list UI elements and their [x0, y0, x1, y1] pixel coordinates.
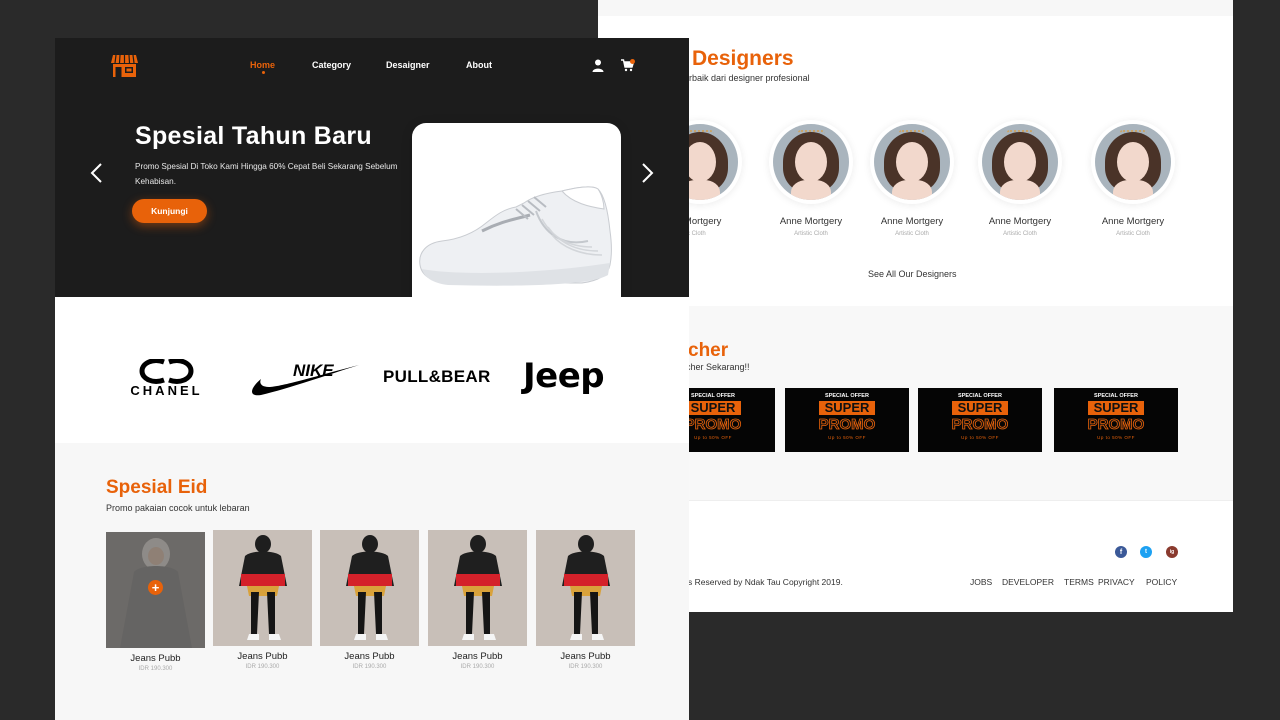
footer-divider: [598, 500, 1233, 501]
product-image: [213, 530, 312, 646]
designer-avatar: [978, 120, 1062, 204]
designer-name: Anne Mortgery: [988, 216, 1052, 227]
product-name: Jeans Pubb: [130, 653, 181, 664]
designer-role: Artistic Cloth: [895, 231, 929, 237]
product-name: Jeans Pubb: [452, 651, 503, 662]
voucher-title: cher: [688, 340, 729, 361]
footer-link-developer[interactable]: DEVELOPER: [1002, 577, 1054, 587]
designer-card[interactable]: Anne Mortgery Artistic Cloth: [852, 120, 972, 237]
carousel-next-arrow-icon[interactable]: [639, 162, 655, 184]
designer-role: Artistic Cloth: [1116, 231, 1150, 237]
jeep-logo[interactable]: Jeep: [523, 356, 605, 396]
voucher-super-label: SUPER: [1087, 401, 1145, 415]
store-logo-icon[interactable]: [111, 52, 138, 78]
product-card[interactable]: Jeans Pubb IDR 190.300: [213, 530, 312, 670]
brand-strip: CHANEL NIKE PULL&BEAR Jeep: [55, 297, 689, 443]
hero-description: Promo Spesial Di Toko Kami Hingga 60% Ce…: [135, 162, 398, 186]
see-all-designers-link[interactable]: See All Our Designers: [868, 269, 957, 279]
nav-about[interactable]: About: [466, 60, 492, 70]
product-image: [320, 530, 419, 646]
footer-link-policy[interactable]: POLICY: [1146, 577, 1177, 587]
footer-link-privacy[interactable]: PRIVACY: [1098, 577, 1135, 587]
eid-subtitle: Promo pakaian cocok untuk lebaran: [106, 503, 250, 513]
facebook-icon[interactable]: f: [1115, 546, 1127, 558]
pullandbear-logo[interactable]: PULL&BEAR: [383, 367, 491, 387]
cart-badge: [630, 59, 635, 64]
nav-home[interactable]: Home: [250, 60, 275, 70]
product-image: +: [106, 532, 205, 648]
designers-title: Designers: [692, 47, 794, 70]
voucher-discount: Up to 50% OFF: [961, 435, 999, 440]
designer-name: Anne Mortgery: [1101, 216, 1165, 227]
voucher-offer-label: SPECIAL OFFER: [825, 393, 869, 399]
voucher-offer-label: SPECIAL OFFER: [958, 393, 1002, 399]
product-price: IDR 190.300: [460, 664, 495, 670]
visit-button[interactable]: Kunjungi: [132, 199, 207, 223]
user-icon[interactable]: [592, 59, 604, 72]
product-price: IDR 190.300: [568, 664, 603, 670]
designer-card[interactable]: Anne Mortgery Artistic Cloth: [960, 120, 1080, 237]
hero-title: Spesial Tahun Baru: [135, 122, 372, 150]
voucher-promo-label: PROMO: [951, 416, 1009, 433]
nav-active-indicator: [262, 71, 265, 74]
designer-avatar: [1091, 120, 1175, 204]
eid-section: Spesial Eid Promo pakaian cocok untuk le…: [55, 443, 689, 720]
designer-name: Anne Mortgery: [880, 216, 944, 227]
back-page-panel: Designers erbaik dari designer profesion…: [598, 0, 1233, 612]
product-name: Jeans Pubb: [237, 651, 288, 662]
designer-card[interactable]: Anne Mortgery Artistic Cloth: [1073, 120, 1193, 237]
voucher-card[interactable]: SPECIAL OFFER SUPER PROMO Up to 50% OFF: [918, 388, 1042, 452]
voucher-card[interactable]: SPECIAL OFFER SUPER PROMO Up to 50% OFF: [1054, 388, 1178, 452]
product-image: [536, 530, 635, 646]
designer-avatar: [870, 120, 954, 204]
designer-avatar: [769, 120, 853, 204]
product-name: Jeans Pubb: [560, 651, 611, 662]
nike-logo[interactable]: NIKE: [247, 359, 361, 397]
footer-copyright: s Reserved by Ndak Tau Copyright 2019.: [688, 577, 843, 587]
product-name: Jeans Pubb: [344, 651, 395, 662]
add-to-cart-plus-icon[interactable]: +: [148, 580, 163, 595]
designers-subtitle: erbaik dari designer profesional: [684, 73, 810, 83]
voucher-super-label: SUPER: [951, 401, 1009, 415]
product-image: [428, 530, 527, 646]
twitter-icon[interactable]: t: [1140, 546, 1152, 558]
chanel-wordmark: CHANEL: [130, 383, 202, 398]
nav-category[interactable]: Category: [312, 60, 351, 70]
front-page-panel: Home Category Desaigner About Spesial Ta…: [55, 38, 689, 720]
voucher-card[interactable]: SPECIAL OFFER SUPER PROMO Up to 50% OFF: [785, 388, 909, 452]
nav-designer[interactable]: Desaigner: [386, 60, 430, 70]
voucher-section: cher cher Sekarang!! SPECIAL OFFER SUPER…: [598, 306, 1233, 500]
product-price: IDR 190.300: [352, 664, 387, 670]
carousel-prev-arrow-icon[interactable]: [89, 162, 105, 184]
product-card[interactable]: + Jeans Pubb IDR 190.300: [106, 532, 205, 672]
voucher-super-label: SUPER: [684, 401, 742, 415]
voucher-discount: Up to 50% OFF: [1097, 435, 1135, 440]
voucher-promo-label: PROMO: [818, 416, 876, 433]
chanel-logo[interactable]: CHANEL: [109, 359, 224, 399]
product-card[interactable]: Jeans Pubb IDR 190.300: [536, 530, 635, 670]
top-strip: [598, 0, 1233, 16]
eid-title: Spesial Eid: [106, 477, 208, 498]
instagram-icon[interactable]: ig: [1166, 546, 1178, 558]
voucher-promo-label: PROMO: [1087, 416, 1145, 433]
voucher-offer-label: SPECIAL OFFER: [1094, 393, 1138, 399]
footer-link-jobs[interactable]: JOBS: [970, 577, 992, 587]
voucher-subtitle: cher Sekarang!!: [686, 362, 750, 372]
product-price: IDR 190.300: [245, 664, 280, 670]
product-card[interactable]: Jeans Pubb IDR 190.300: [320, 530, 419, 670]
footer-link-terms[interactable]: TERMS: [1064, 577, 1094, 587]
product-card[interactable]: Jeans Pubb IDR 190.300: [428, 530, 527, 670]
voucher-super-label: SUPER: [818, 401, 876, 415]
designer-role: Artistic Cloth: [1003, 231, 1037, 237]
voucher-discount: Up to 50% OFF: [828, 435, 866, 440]
product-price: IDR 190.300: [138, 666, 173, 672]
